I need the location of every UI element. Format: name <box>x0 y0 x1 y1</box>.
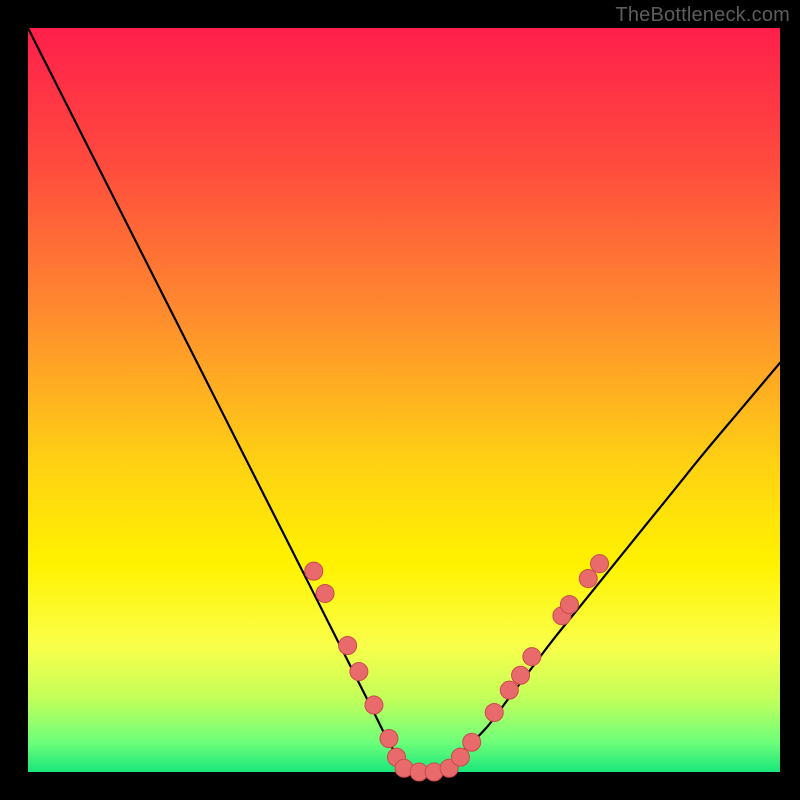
data-marker <box>485 703 503 721</box>
bottleneck-chart <box>0 0 800 800</box>
watermark-label: TheBottleneck.com <box>615 4 790 27</box>
data-marker <box>380 730 398 748</box>
data-marker <box>560 596 578 614</box>
data-marker <box>463 733 481 751</box>
data-marker <box>451 748 469 766</box>
data-marker <box>579 570 597 588</box>
chart-frame: TheBottleneck.com <box>0 0 800 800</box>
data-marker <box>500 681 518 699</box>
data-marker <box>350 663 368 681</box>
gradient-background <box>28 28 780 772</box>
data-marker <box>339 637 357 655</box>
data-marker <box>591 555 609 573</box>
data-marker <box>316 584 334 602</box>
data-marker <box>365 696 383 714</box>
data-marker <box>305 562 323 580</box>
data-marker <box>512 666 530 684</box>
data-marker <box>523 648 541 666</box>
